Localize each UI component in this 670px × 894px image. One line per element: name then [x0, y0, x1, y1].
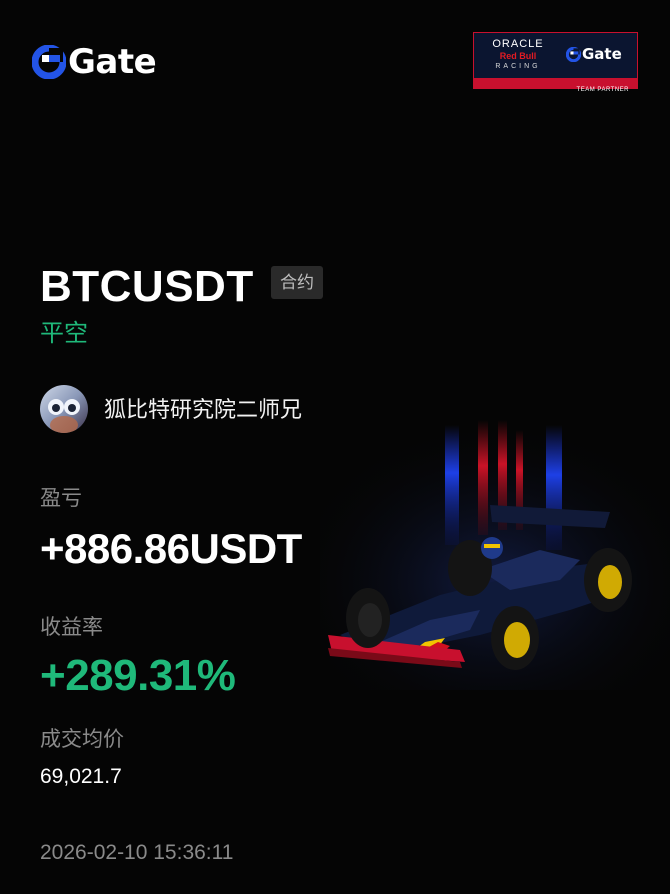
brand-name: Gate [68, 42, 157, 82]
avatar [40, 385, 88, 433]
team-partner-strip: TEAM PARTNER [474, 78, 637, 93]
timestamp: 2026-02-10 15:36:11 [40, 841, 234, 864]
partner-oracle-text: ORACLE [492, 38, 544, 50]
partner-racing-text: RACING [495, 63, 541, 70]
position-side: 平空 [40, 320, 88, 347]
avg-price-label: 成交均价 [40, 728, 124, 751]
gate-logo-icon [32, 45, 66, 79]
pnl-label: 盈亏 [40, 487, 82, 510]
partner-gate-text: Gate [582, 45, 622, 63]
trading-pair: BTCUSDT [40, 262, 254, 311]
gate-logo-small-icon [566, 46, 581, 62]
team-partner-badge: ORACLE Red Bull RACING Gate TEAM PARTNER [473, 32, 638, 93]
pnl-value: +886.86USDT [40, 525, 302, 572]
oracle-red-bull-racing-logo: ORACLE Red Bull RACING [480, 38, 556, 78]
partner-gate-logo: Gate [566, 45, 622, 63]
roi-value: +289.31% [40, 651, 236, 700]
team-partner-label: TEAM PARTNER [576, 87, 629, 93]
roi-label: 收益率 [40, 616, 103, 639]
username: 狐比特研究院二师兄 [104, 397, 303, 422]
gate-logo: Gate [32, 42, 157, 82]
partner-redbull-text: Red Bull [499, 51, 537, 61]
avg-price-value: 69,021.7 [40, 765, 122, 788]
race-car-icon [320, 420, 670, 690]
contract-badge: 合约 [271, 266, 323, 299]
avatar-icon [40, 385, 88, 433]
